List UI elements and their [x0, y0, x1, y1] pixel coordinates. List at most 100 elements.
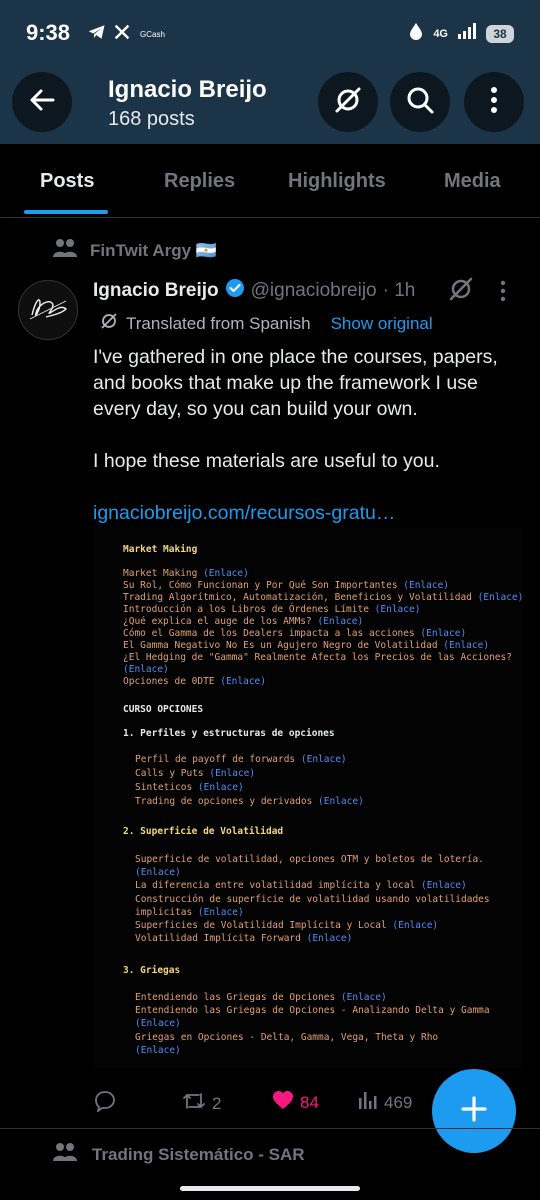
status-right-icons: 4G 38 — [409, 22, 514, 45]
media-link[interactable]: (Enlace) — [375, 604, 421, 615]
repost-button[interactable]: 2 — [182, 1090, 221, 1117]
data-saver-icon — [409, 22, 423, 45]
reply-icon — [94, 1090, 116, 1117]
grok-icon — [333, 85, 363, 120]
media-item: Griegas en Opciones - Delta, Gamma, Vega… — [135, 1032, 438, 1043]
post-paragraph-1: I've gathered in one place the courses, … — [93, 346, 498, 420]
grok-button[interactable] — [318, 72, 378, 132]
tab-posts[interactable]: Posts — [40, 170, 94, 193]
media-link[interactable]: (Enlace) — [135, 1018, 181, 1029]
media-link[interactable]: (Enlace) — [301, 754, 347, 765]
tab-replies[interactable]: Replies — [164, 170, 235, 193]
community-icon — [52, 1142, 78, 1167]
views-chart-icon — [358, 1090, 378, 1115]
media-item: (Enlace) — [135, 1018, 181, 1029]
media-link[interactable]: (Enlace) — [420, 628, 466, 639]
heart-filled-icon — [272, 1090, 294, 1115]
post-paragraph-2: I hope these materials are useful to you… — [93, 450, 440, 472]
media-link[interactable]: (Enlace) — [403, 580, 449, 591]
avatar[interactable] — [18, 280, 78, 340]
media-item: (Enlace) — [123, 664, 169, 675]
media-text: ¿Qué explica el auge de los AMMs? — [123, 616, 318, 627]
media-link[interactable]: (Enlace) — [421, 880, 467, 891]
media-item: Market Making (Enlace) — [123, 568, 249, 579]
media-link[interactable]: (Enlace) — [392, 920, 438, 931]
media-item: Opciones de 0DTE (Enlace) — [123, 676, 266, 687]
media-item: Trading Algorítmico, Automatización, Ben… — [123, 592, 523, 603]
post-media-image[interactable]: Market Making Market Making (Enlace) Su … — [93, 528, 523, 1068]
media-item: Entendiendo las Griegas de Opciones (Enl… — [135, 992, 387, 1003]
media-link[interactable]: (Enlace) — [307, 933, 353, 944]
media-item: Su Rol, Cómo Funcionan y Por Qué Son Imp… — [123, 580, 449, 591]
status-time: 9:38 — [26, 20, 71, 45]
next-post-social-context[interactable]: Trading Sistemático - SAR — [52, 1142, 305, 1167]
back-button[interactable] — [12, 72, 72, 132]
media-item: (Enlace) — [135, 1045, 181, 1056]
media-item: (Enlace) — [135, 867, 181, 878]
media-link[interactable]: (Enlace) — [203, 568, 249, 579]
post-body: I've gathered in one place the courses, … — [93, 344, 523, 552]
media-item: Introducción a los Libros de Órdenes Lím… — [123, 604, 420, 615]
media-link[interactable]: (Enlace) — [123, 664, 169, 675]
gcash-icon: GCash — [140, 30, 165, 39]
media-link[interactable]: (Enlace) — [198, 907, 244, 918]
signal-icon — [458, 23, 476, 44]
media-item: Calls y Puts (Enlace) — [135, 768, 255, 779]
verified-badge-icon — [225, 278, 245, 304]
media-text: Market Making — [123, 568, 204, 579]
post-more-icon[interactable] — [500, 280, 506, 307]
translate-icon — [100, 312, 118, 335]
media-item: ¿El Hedging de "Gamma" Realmente Afecta … — [123, 652, 512, 663]
media-link[interactable]: (Enlace) — [317, 616, 363, 627]
search-button[interactable] — [390, 72, 450, 132]
media-link[interactable]: (Enlace) — [209, 768, 255, 779]
arrow-left-icon — [28, 86, 56, 119]
media-text: Sinteticos — [135, 782, 198, 793]
post-time: · 1h — [382, 280, 416, 301]
media-link[interactable]: (Enlace) — [443, 640, 489, 651]
post-divider — [0, 1128, 540, 1129]
post-count: 168 posts — [108, 108, 195, 130]
reply-button[interactable] — [94, 1090, 122, 1117]
media-text: Trading Algorítmico, Automatización, Ben… — [123, 592, 478, 603]
media-link[interactable]: (Enlace) — [341, 992, 387, 1003]
media-text: Superficies de Volatilidad Implícita y L… — [135, 920, 393, 931]
media-link[interactable]: (Enlace) — [135, 867, 181, 878]
community-name: FinTwit Argy 🇦🇷 — [90, 240, 217, 260]
signature-logo-icon — [26, 293, 70, 328]
media-item: Cómo el Gamma de los Dealers impacta a l… — [123, 628, 466, 639]
translation-row: Translated from Spanish Show original — [100, 312, 433, 335]
media-text: Superficie de volatilidad, opciones OTM … — [135, 854, 484, 865]
gesture-home-bar[interactable] — [180, 1186, 360, 1191]
post-link[interactable]: ignaciobreijo.com/recursos-gratu… — [93, 502, 395, 524]
author-handle[interactable]: @ignaciobreijo — [251, 280, 377, 302]
author-name[interactable]: Ignacio Breijo — [93, 280, 219, 302]
media-link[interactable]: (Enlace) — [135, 1045, 181, 1056]
like-button[interactable]: 84 — [272, 1090, 319, 1115]
media-link[interactable]: (Enlace) — [198, 782, 244, 793]
telegram-icon — [88, 24, 106, 45]
tab-highlights[interactable]: Highlights — [288, 170, 386, 193]
community-name: Trading Sistemático - SAR — [92, 1144, 305, 1164]
media-link[interactable]: (Enlace) — [318, 796, 364, 807]
tab-media[interactable]: Media — [444, 170, 501, 193]
media-text: ¿El Hedging de "Gamma" Realmente Afecta … — [123, 652, 512, 663]
network-type: 4G — [433, 27, 448, 40]
media-text: Volatilidad Implícita Forward — [135, 933, 307, 944]
media-link[interactable]: (Enlace) — [220, 676, 266, 687]
media-item: Superficies de Volatilidad Implícita y L… — [135, 920, 438, 931]
media-link[interactable]: (Enlace) — [478, 592, 524, 603]
media-subsection-title: 1. Perfiles y estructuras de opciones — [123, 728, 335, 739]
active-tab-indicator — [24, 210, 108, 214]
media-section-title: CURSO OPCIONES — [123, 704, 204, 715]
social-context[interactable]: FinTwit Argy 🇦🇷 — [52, 238, 217, 263]
grok-explain-icon[interactable] — [448, 276, 474, 307]
show-original-link[interactable]: Show original — [331, 314, 433, 334]
more-options-button[interactable] — [464, 72, 524, 132]
views-button[interactable]: 469 — [358, 1090, 412, 1115]
translated-label: Translated from Spanish — [126, 313, 311, 333]
media-text: La diferencia entre volatilidad implícit… — [135, 880, 421, 891]
media-text: implicitas — [135, 907, 198, 918]
compose-button[interactable] — [432, 1069, 516, 1153]
media-text: Perfil de payoff de forwards — [135, 754, 301, 765]
